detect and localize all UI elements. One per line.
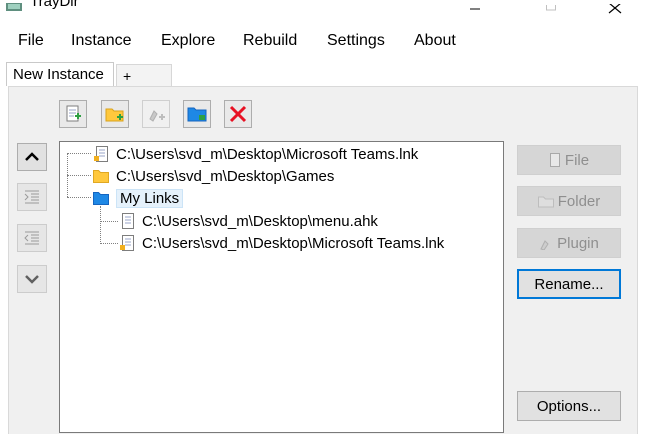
- blue-folder-icon: [93, 192, 109, 205]
- menu-file[interactable]: File: [18, 32, 44, 50]
- close-button[interactable]: [592, 0, 638, 22]
- move-up-button[interactable]: [17, 143, 47, 171]
- tree-item-label: C:\Users\svd_m\Desktop\menu.ahk: [142, 212, 378, 230]
- menu-explore[interactable]: Explore: [161, 32, 215, 50]
- tab-label: New Instance: [13, 66, 104, 83]
- add-tab-button[interactable]: +: [116, 64, 172, 86]
- outdent-icon: [24, 231, 39, 245]
- tree-item-label: C:\Users\svd_m\Desktop\Microsoft Teams.l…: [142, 234, 445, 252]
- folder-icon: [537, 196, 554, 208]
- file-button[interactable]: File: [517, 145, 621, 175]
- rename-button-label: Rename...: [534, 275, 604, 293]
- window-title: TrayDir: [30, 0, 79, 10]
- tree-view[interactable]: C:\Users\svd_m\Desktop\Microsoft Teams.l…: [59, 141, 504, 433]
- file-icon: [549, 153, 560, 167]
- tree-connector: [67, 175, 91, 176]
- file-icon: [122, 213, 134, 229]
- file-icon: [94, 146, 108, 162]
- blue-folder-button[interactable]: [183, 100, 211, 128]
- add-folder-button[interactable]: [101, 100, 129, 128]
- blue-folder-icon: [187, 107, 207, 122]
- chevron-down-icon: [25, 275, 39, 284]
- options-button-label: Options...: [536, 397, 602, 415]
- tree-item-my-links[interactable]: My Links: [92, 187, 184, 209]
- minimize-button[interactable]: [452, 0, 498, 22]
- tree-item-label: C:\Users\svd_m\Desktop\Games: [116, 167, 335, 185]
- add-plugin-button[interactable]: [142, 100, 170, 128]
- folder-icon: [93, 170, 109, 183]
- tree-item[interactable]: C:\Users\svd_m\Desktop\Microsoft Teams.l…: [120, 232, 444, 254]
- tree-connector: [100, 221, 118, 222]
- app-icon: [6, 0, 22, 11]
- tree-connector: [100, 243, 118, 244]
- minimize-icon: [470, 8, 480, 10]
- tree-item-label: My Links: [116, 188, 184, 208]
- plus-icon: +: [123, 67, 132, 84]
- tree-connector: [67, 197, 91, 198]
- rename-button[interactable]: Rename...: [517, 269, 621, 299]
- chevron-up-icon: [25, 152, 39, 161]
- options-button[interactable]: Options...: [517, 391, 621, 421]
- menu-rebuild[interactable]: Rebuild: [243, 32, 297, 50]
- move-down-button[interactable]: [17, 265, 47, 293]
- add-file-button[interactable]: [59, 100, 87, 128]
- tree-item[interactable]: C:\Users\svd_m\Desktop\menu.ahk: [120, 210, 378, 232]
- outdent-button[interactable]: [17, 224, 47, 252]
- menu-about[interactable]: About: [414, 32, 456, 50]
- tree-item[interactable]: C:\Users\svd_m\Desktop\Microsoft Teams.l…: [94, 143, 418, 165]
- tree-connector: [67, 153, 91, 154]
- tree-item-label: C:\Users\svd_m\Desktop\Microsoft Teams.l…: [116, 145, 419, 163]
- plugin-icon: [149, 110, 165, 122]
- delete-icon: [229, 105, 247, 123]
- tree-connector: [100, 206, 101, 244]
- file-icon: [120, 235, 134, 251]
- tab-new-instance[interactable]: New Instance: [6, 62, 114, 86]
- add-file-icon: [66, 105, 81, 122]
- maximize-button[interactable]: [528, 0, 574, 22]
- folder-button-label: Folder: [557, 192, 601, 210]
- folder-button[interactable]: Folder: [517, 186, 621, 216]
- menu-settings[interactable]: Settings: [327, 32, 385, 50]
- close-icon: [608, 4, 622, 14]
- plugin-icon: [540, 240, 549, 250]
- file-button-label: File: [564, 151, 590, 169]
- indent-icon: [24, 190, 39, 204]
- maximize-icon: [546, 5, 556, 11]
- indent-button[interactable]: [17, 183, 47, 211]
- plugin-button-label: Plugin: [557, 234, 599, 252]
- add-folder-icon: [105, 108, 124, 122]
- delete-button[interactable]: [224, 100, 252, 128]
- menu-instance[interactable]: Instance: [71, 32, 131, 50]
- tree-item[interactable]: C:\Users\svd_m\Desktop\Games: [92, 165, 334, 187]
- plugin-button[interactable]: Plugin: [517, 228, 621, 258]
